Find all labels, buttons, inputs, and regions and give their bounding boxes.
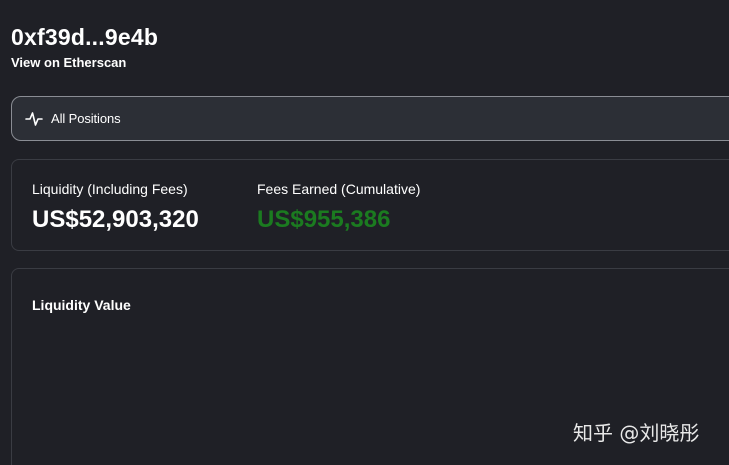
stats-card: Liquidity (Including Fees) US$52,903,320… (11, 159, 729, 251)
fees-label: Fees Earned (Cumulative) (257, 181, 421, 197)
wallet-address: 0xf39d...9e4b (11, 24, 159, 50)
pulse-icon (25, 110, 43, 128)
liquidity-value: US$52,903,320 (32, 206, 199, 233)
liquidity-stat: Liquidity (Including Fees) US$52,903,320 (32, 181, 199, 234)
all-positions-selector[interactable]: All Positions (11, 96, 729, 141)
fees-value: US$955,386 (257, 206, 391, 233)
chart-title: Liquidity Value (32, 297, 131, 313)
watermark: 知乎 @刘晓彤 (573, 421, 700, 445)
wallet-overview-page: 0xf39d...9e4b View on Etherscan All Posi… (0, 0, 729, 465)
all-positions-label: All Positions (51, 111, 121, 126)
view-on-etherscan-link[interactable]: View on Etherscan (11, 55, 126, 71)
liquidity-label: Liquidity (Including Fees) (32, 181, 188, 197)
fees-stat: Fees Earned (Cumulative) US$955,386 (257, 181, 420, 234)
